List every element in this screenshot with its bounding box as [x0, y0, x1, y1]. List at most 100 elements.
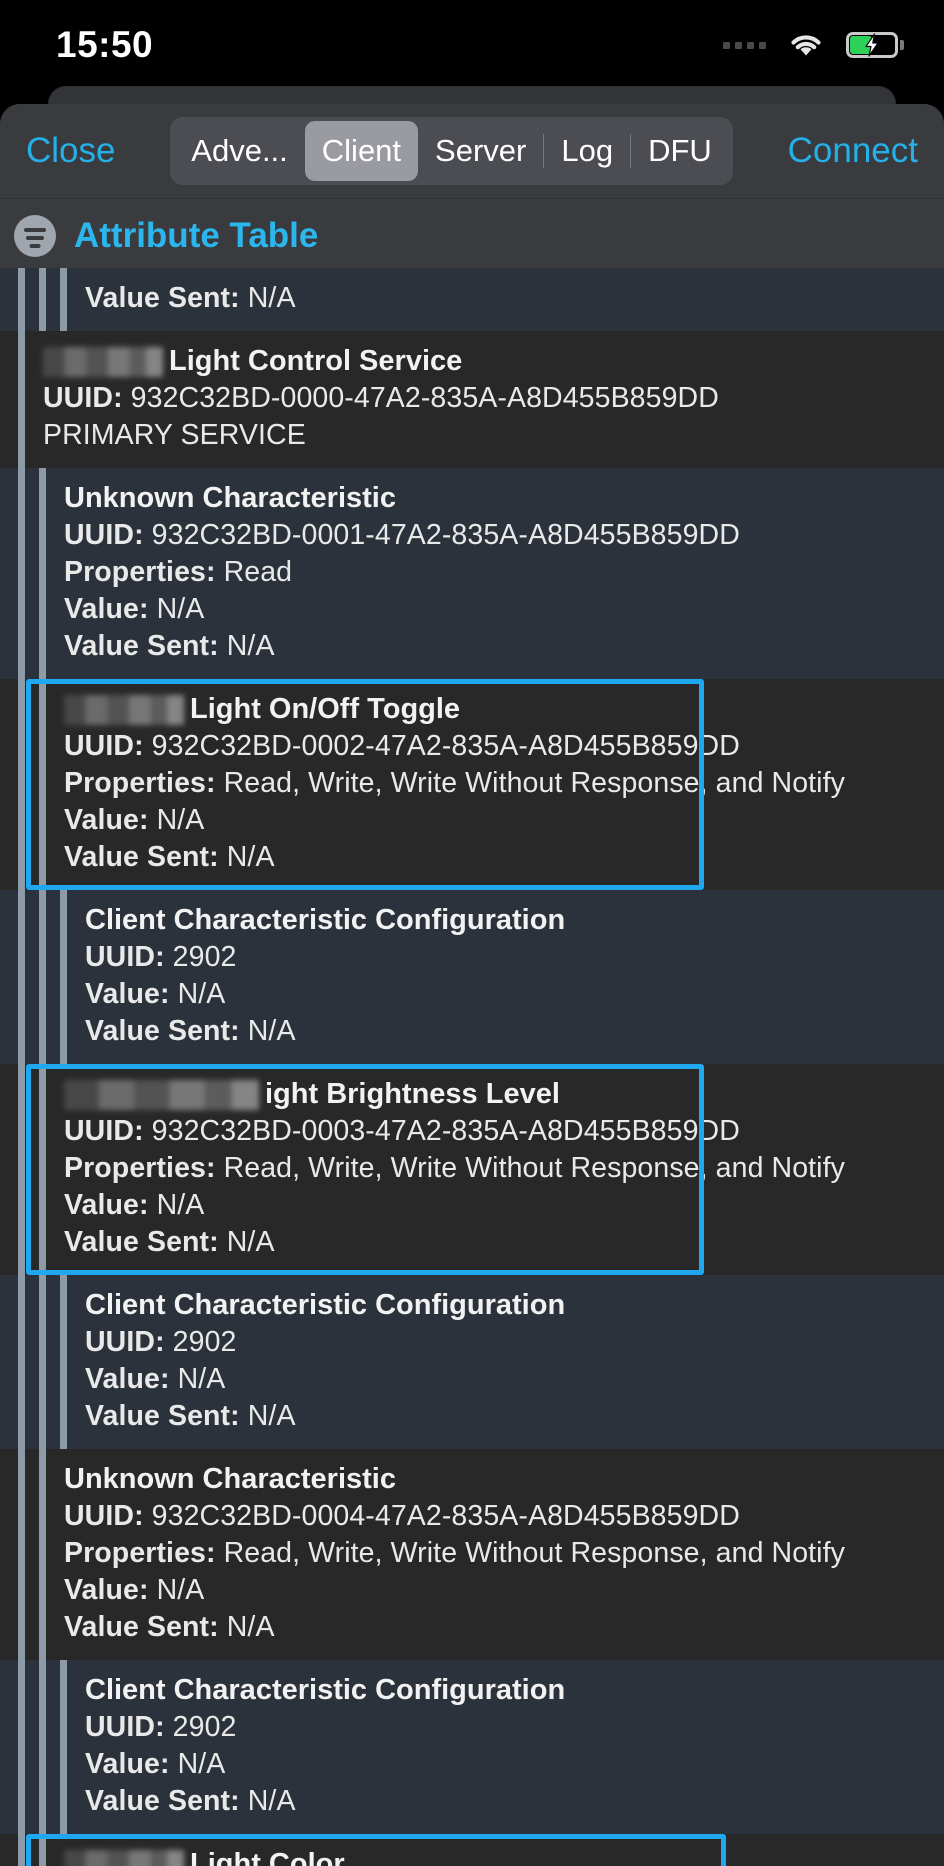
- attribute-row[interactable]: Unknown Characteristic UUID: 932C32BD-000…: [0, 1449, 944, 1660]
- indent-bars: [0, 1064, 60, 1275]
- attribute-detail-line: Value Sent: N/A: [64, 630, 275, 662]
- attribute-detail-line: Properties: Read, Write, Write Without R…: [64, 1152, 845, 1184]
- indent-bar: [39, 268, 46, 331]
- indent-bars: [0, 890, 81, 1064]
- indent-bar: [60, 1275, 67, 1449]
- attribute-content: ight Brightness Level UUID: 932C32BD-0003…: [60, 1064, 944, 1275]
- attribute-row[interactable]: Light On/Off Toggle UUID: 932C32BD-0002-4…: [0, 679, 944, 890]
- navigation-bar: Close Adve... Client Server Log DFU Conn…: [0, 104, 944, 198]
- attribute-name: Client Characteristic Configuration: [85, 1289, 566, 1321]
- indent-bar: [39, 890, 46, 1064]
- attribute-name-line: Unknown Characteristic: [64, 1461, 944, 1498]
- status-bar-time: 15:50: [56, 24, 154, 65]
- connect-button[interactable]: Connect: [788, 131, 918, 171]
- indent-bars: [0, 1275, 81, 1449]
- indent-bars: [0, 268, 81, 331]
- attribute-detail-line: UUID: 2902: [85, 1326, 237, 1358]
- attribute-detail-line: Properties: Read: [64, 556, 293, 588]
- indent-bars: [0, 1834, 60, 1866]
- status-bar: 15:50: [0, 0, 944, 90]
- attribute-row[interactable]: Light Control Service UUID: 932C32BD-0000…: [0, 331, 944, 468]
- indent-bar: [18, 679, 25, 890]
- attribute-name: ight Brightness Level: [265, 1078, 560, 1110]
- wifi-icon: [788, 32, 824, 58]
- attribute-detail-line: Value Sent: N/A: [64, 1226, 275, 1258]
- attribute-content: Client Characteristic Configuration UUID:…: [81, 1660, 944, 1834]
- indent-bar: [18, 331, 25, 468]
- signal-dots-icon: [723, 41, 766, 49]
- indent-bars: [0, 1449, 60, 1660]
- attribute-name-line: Client Characteristic Configuration: [85, 1672, 944, 1709]
- mode-segmented-control[interactable]: Adve... Client Server Log DFU: [170, 117, 733, 185]
- attribute-detail-line: Value: N/A: [64, 593, 205, 625]
- attribute-name: Unknown Characteristic: [64, 482, 396, 514]
- attribute-row[interactable]: Unknown Characteristic UUID: 932C32BD-000…: [0, 468, 944, 679]
- attribute-content: Unknown Characteristic UUID: 932C32BD-000…: [60, 468, 944, 679]
- attribute-content: Value Sent: N/A: [81, 268, 944, 331]
- attribute-row[interactable]: Value Sent: N/A: [0, 268, 944, 331]
- attribute-row[interactable]: ight Brightness Level UUID: 932C32BD-0003…: [0, 1064, 944, 1275]
- attribute-detail-line: Value: N/A: [85, 1363, 226, 1395]
- attribute-row[interactable]: Client Characteristic Configuration UUID:…: [0, 890, 944, 1064]
- attribute-name: Light On/Off Toggle: [190, 693, 461, 725]
- attribute-content: Light Control Service UUID: 932C32BD-0000…: [39, 331, 944, 468]
- attribute-detail-line: Value: N/A: [64, 804, 205, 836]
- segment-client[interactable]: Client: [304, 121, 419, 181]
- attribute-detail-line: PRIMARY SERVICE: [43, 419, 306, 451]
- attribute-name: Unknown Characteristic: [64, 1463, 396, 1495]
- attribute-detail-line: UUID: 932C32BD-0001-47A2-835A-A8D455B859…: [64, 519, 740, 551]
- attribute-name-line: ight Brightness Level: [64, 1076, 944, 1113]
- attribute-row[interactable]: Client Characteristic Configuration UUID:…: [0, 1275, 944, 1449]
- redacted-name-icon: [64, 1079, 259, 1110]
- indent-bar: [18, 1660, 25, 1834]
- attribute-row[interactable]: Light ColorUUID: 932C32BD-0005-47A2-835A…: [0, 1834, 944, 1866]
- attribute-table-list[interactable]: Value Sent: N/A Light Control Service UUID…: [0, 268, 944, 1866]
- indent-bar: [18, 890, 25, 1064]
- attribute-name-line: Light Color: [64, 1846, 944, 1866]
- attribute-name: Light Control Service: [169, 345, 463, 377]
- indent-bars: [0, 331, 39, 468]
- attribute-name-line: Light On/Off Toggle: [64, 691, 944, 728]
- attribute-detail-line: Value: N/A: [85, 978, 226, 1010]
- segment-server[interactable]: Server: [418, 121, 543, 181]
- attribute-detail-line: UUID: 932C32BD-0003-47A2-835A-A8D455B859…: [64, 1115, 740, 1147]
- indent-bar: [18, 1064, 25, 1275]
- attribute-detail-line: UUID: 932C32BD-0002-47A2-835A-A8D455B859…: [64, 730, 740, 762]
- attribute-content: Light On/Off Toggle UUID: 932C32BD-0002-4…: [60, 679, 944, 890]
- attribute-detail-line: Value Sent: N/A: [64, 1611, 275, 1643]
- indent-bar: [18, 268, 25, 331]
- attribute-detail-line: Value: N/A: [64, 1574, 205, 1606]
- attribute-detail-line: Value Sent: N/A: [64, 841, 275, 873]
- attribute-name: Light Color: [190, 1848, 345, 1866]
- attribute-detail-line: UUID: 2902: [85, 941, 237, 973]
- indent-bar: [39, 468, 46, 679]
- attribute-row[interactable]: Client Characteristic Configuration UUID:…: [0, 1660, 944, 1834]
- battery-charging-icon: [846, 32, 904, 58]
- segment-advertiser[interactable]: Adve...: [174, 121, 305, 181]
- indent-bars: [0, 468, 60, 679]
- section-title: Attribute Table: [74, 216, 319, 255]
- attribute-detail-line: Value Sent: N/A: [85, 1785, 296, 1817]
- attribute-detail-line: Properties: Read, Write, Write Without R…: [64, 767, 845, 799]
- attribute-detail-line: Value Sent: N/A: [85, 1015, 296, 1047]
- segment-log[interactable]: Log: [544, 121, 630, 181]
- indent-bar: [60, 268, 67, 331]
- redacted-name-icon: [64, 694, 184, 725]
- redacted-name-icon: [64, 1849, 184, 1866]
- indent-bar: [18, 1449, 25, 1660]
- indent-bar: [18, 468, 25, 679]
- attribute-detail-line: UUID: 2902: [85, 1711, 237, 1743]
- indent-bar: [39, 679, 46, 890]
- attribute-content: Client Characteristic Configuration UUID:…: [81, 890, 944, 1064]
- attribute-detail-line: Value Sent: N/A: [85, 1400, 296, 1432]
- attribute-table-icon: [14, 215, 56, 257]
- segment-dfu[interactable]: DFU: [631, 121, 729, 181]
- indent-bar: [18, 1275, 25, 1449]
- close-button[interactable]: Close: [26, 131, 115, 171]
- attribute-name-line: Client Characteristic Configuration: [85, 1287, 944, 1324]
- attribute-content: Light ColorUUID: 932C32BD-0005-47A2-835A…: [60, 1834, 944, 1866]
- attribute-content: Unknown Characteristic UUID: 932C32BD-000…: [60, 1449, 944, 1660]
- indent-bars: [0, 1660, 81, 1834]
- attribute-detail-line: Properties: Read, Write, Write Without R…: [64, 1537, 845, 1569]
- redacted-name-icon: [43, 346, 163, 377]
